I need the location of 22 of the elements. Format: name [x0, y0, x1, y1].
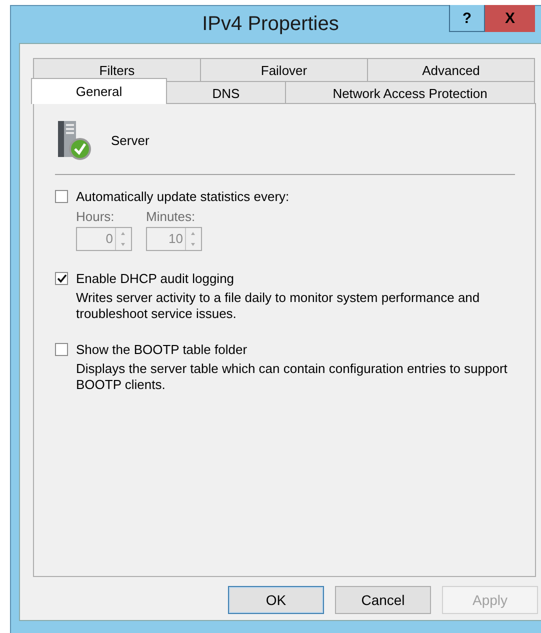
dialog-button[interactable]: Cancel [335, 586, 431, 614]
tab[interactable]: Advanced [367, 58, 535, 81]
checkbox[interactable] [55, 272, 68, 285]
option-description: Displays the server table which can contain configuration entries to support BOOTP clients. [75, 361, 508, 393]
spinner-label: Minutes: [146, 209, 196, 224]
tab[interactable]: Failover [200, 58, 368, 81]
close-button[interactable]: X [485, 5, 535, 32]
spinner-label: Hours: [76, 209, 116, 224]
tab[interactable]: General [31, 78, 167, 104]
server-check-icon [55, 120, 91, 160]
checkbox-label: Enable DHCP audit logging [76, 271, 234, 286]
checkbox-label: Automatically update statistics every: [76, 189, 290, 204]
checkbox[interactable] [55, 190, 68, 203]
window-title: IPv4 Properties [202, 12, 339, 37]
tab[interactable]: Network Access Protection [285, 81, 535, 104]
dialog-button[interactable]: OK [228, 586, 324, 614]
server-label: Server [111, 132, 150, 148]
checkbox-label: Show the BOOTP table folder [76, 342, 248, 357]
tab[interactable]: DNS [166, 81, 286, 104]
help-button[interactable]: ? [449, 5, 485, 32]
checkbox[interactable] [55, 343, 68, 356]
option-description: Writes server activity to a file daily to monitor system performance and troubleshoot service issues. [75, 290, 481, 322]
